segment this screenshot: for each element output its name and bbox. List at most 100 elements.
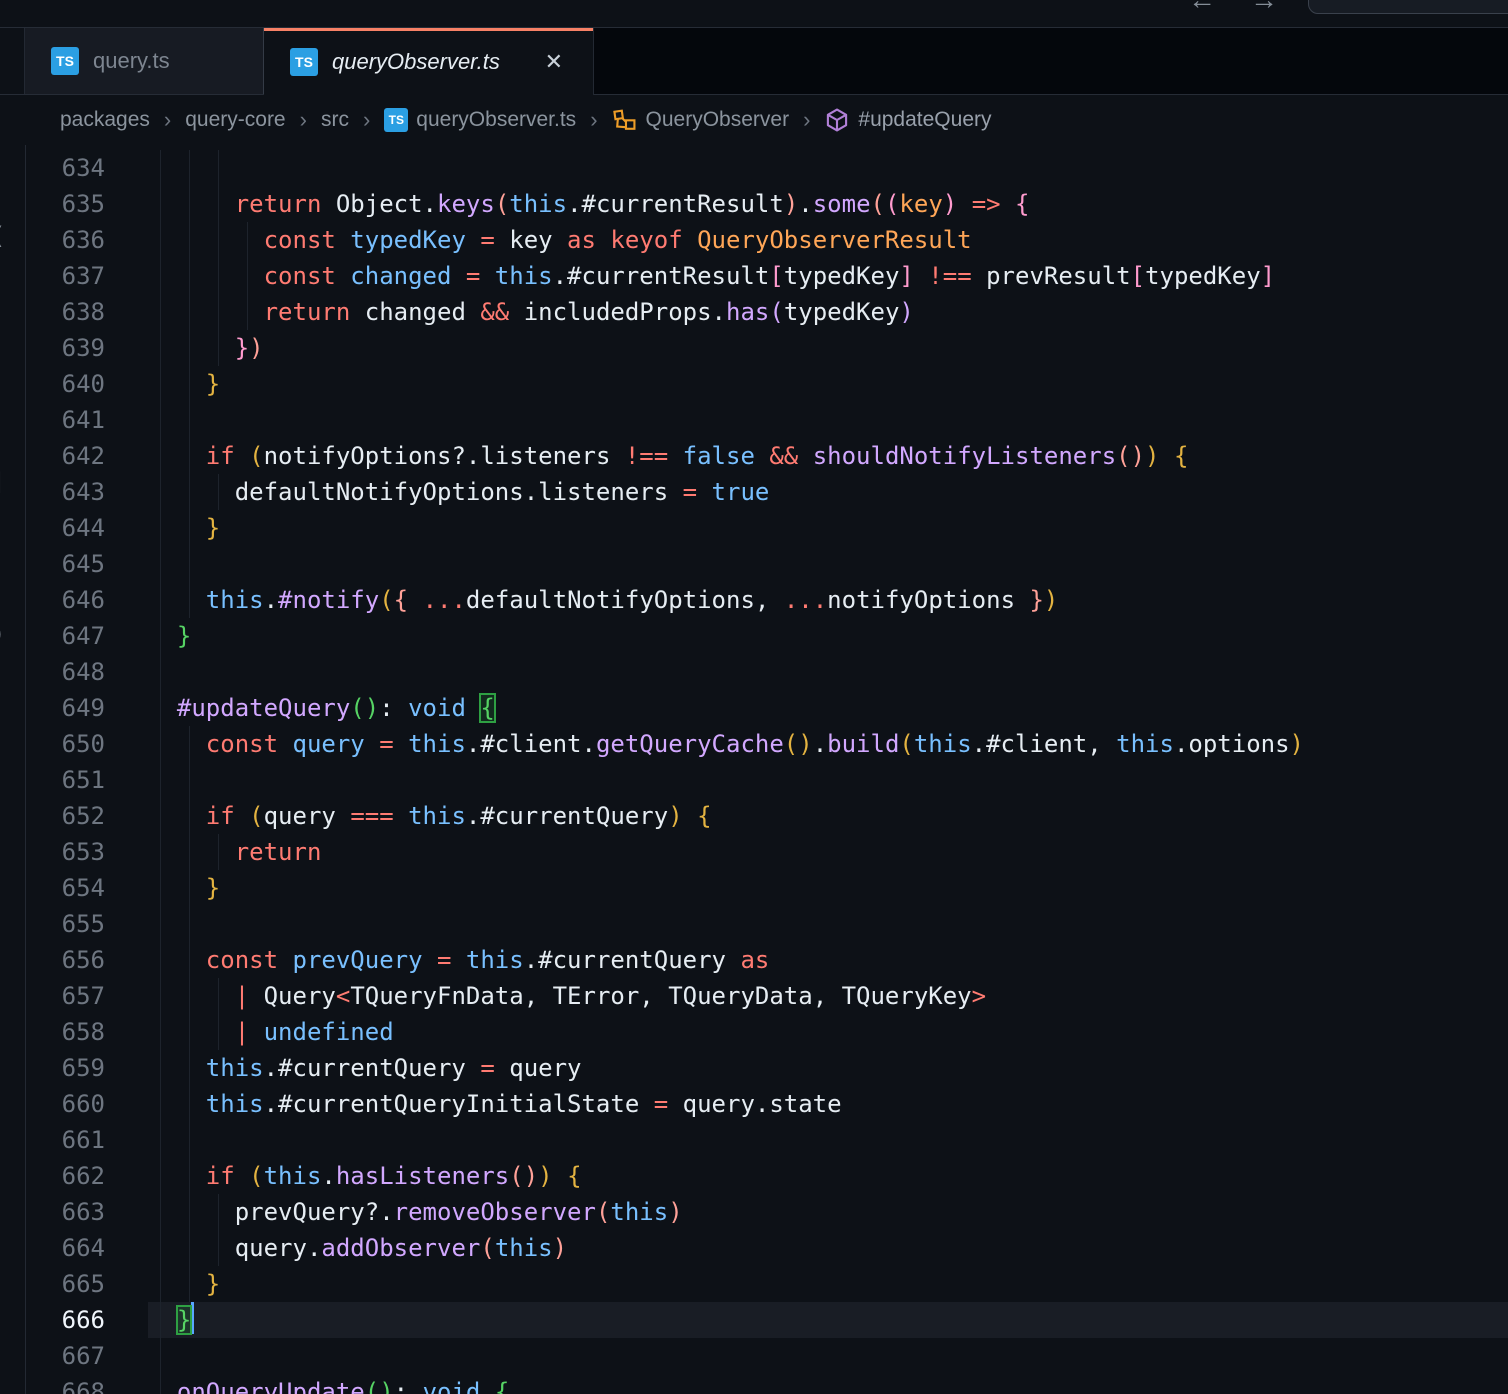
code-line[interactable]: 655 — [26, 906, 1508, 942]
code-line-content[interactable]: const prevQuery = this.#currentQuery as — [148, 942, 1508, 978]
line-number[interactable]: 656 — [26, 942, 148, 978]
code-line-content[interactable]: #updateQuery(): void { — [148, 690, 1508, 726]
code-line[interactable]: 641 — [26, 402, 1508, 438]
line-number[interactable]: 666 — [26, 1302, 148, 1338]
code-line-content[interactable]: return Object.keys(this.#currentResult).… — [148, 186, 1508, 222]
line-number[interactable]: 657 — [26, 978, 148, 1014]
line-number[interactable]: 668 — [26, 1374, 148, 1394]
close-tab-icon[interactable]: ✕ — [541, 47, 567, 77]
code-line-content[interactable]: query.addObserver(this) — [148, 1230, 1508, 1266]
code-line-content[interactable]: prevQuery?.removeObserver(this) — [148, 1194, 1508, 1230]
code-line-content[interactable]: if (this.hasListeners()) { — [148, 1158, 1508, 1194]
line-number[interactable]: 658 — [26, 1014, 148, 1050]
code-line[interactable]: 657 | Query<TQueryFnData, TError, TQuery… — [26, 978, 1508, 1014]
code-area[interactable]: 634635 return Object.keys(this.#currentR… — [26, 145, 1508, 1394]
breadcrumb-item-class[interactable]: QueryObserver — [612, 107, 790, 133]
line-number[interactable]: 655 — [26, 906, 148, 942]
code-line[interactable]: 642 if (notifyOptions?.listeners !== fal… — [26, 438, 1508, 474]
code-line[interactable]: 643 defaultNotifyOptions.listeners = tru… — [26, 474, 1508, 510]
nav-forward-icon[interactable]: → — [1250, 0, 1278, 16]
line-number[interactable]: 646 — [26, 582, 148, 618]
code-line-content[interactable]: } — [148, 618, 1508, 654]
code-line[interactable]: 662 if (this.hasListeners()) { — [26, 1158, 1508, 1194]
line-number[interactable]: 654 — [26, 870, 148, 906]
breadcrumb-item-src[interactable]: src — [321, 108, 349, 132]
code-line-content[interactable]: this.#currentQueryInitialState = query.s… — [148, 1086, 1508, 1122]
code-line-content[interactable]: return — [148, 834, 1508, 870]
line-number[interactable]: 651 — [26, 762, 148, 798]
code-line[interactable]: 666 } — [26, 1302, 1508, 1338]
breadcrumb-item-packages[interactable]: packages — [60, 108, 150, 132]
code-line[interactable]: 635 return Object.keys(this.#currentResu… — [26, 186, 1508, 222]
code-line-content[interactable]: }) — [148, 330, 1508, 366]
code-line-content[interactable]: this.#notify({ ...defaultNotifyOptions, … — [148, 582, 1508, 618]
code-line[interactable]: 659 this.#currentQuery = query — [26, 1050, 1508, 1086]
code-line[interactable]: 644 } — [26, 510, 1508, 546]
code-line-content[interactable] — [148, 546, 1508, 582]
nav-back-icon[interactable]: ← — [1188, 0, 1216, 16]
code-line-content[interactable]: const typedKey = key as keyof QueryObser… — [148, 222, 1508, 258]
line-number[interactable]: 638 — [26, 294, 148, 330]
code-line-content[interactable]: } — [148, 870, 1508, 906]
line-number[interactable]: 665 — [26, 1266, 148, 1302]
code-line[interactable]: 648 — [26, 654, 1508, 690]
line-number[interactable]: 637 — [26, 258, 148, 294]
code-line[interactable]: 658 | undefined — [26, 1014, 1508, 1050]
line-number[interactable]: 639 — [26, 330, 148, 366]
code-line[interactable]: 649 #updateQuery(): void { — [26, 690, 1508, 726]
code-line-content[interactable] — [148, 762, 1508, 798]
code-line-content[interactable]: | undefined — [148, 1014, 1508, 1050]
code-line[interactable]: 664 query.addObserver(this) — [26, 1230, 1508, 1266]
code-line-content[interactable] — [148, 1122, 1508, 1158]
code-line-content[interactable]: } — [148, 1266, 1508, 1302]
command-center-search[interactable] — [1308, 0, 1508, 14]
line-number[interactable]: 635 — [26, 186, 148, 222]
code-line-content[interactable]: | Query<TQueryFnData, TError, TQueryData… — [148, 978, 1508, 1014]
tab-query-ts[interactable]: TS query.ts — [25, 28, 264, 94]
code-line[interactable]: 647 } — [26, 618, 1508, 654]
code-line-content[interactable] — [148, 1338, 1508, 1374]
code-line[interactable]: 640 } — [26, 366, 1508, 402]
line-number[interactable]: 634 — [26, 150, 148, 186]
code-line[interactable]: 638 return changed && includedProps.has(… — [26, 294, 1508, 330]
code-line-content[interactable]: onQueryUpdate(): void { — [148, 1374, 1508, 1394]
line-number[interactable]: 662 — [26, 1158, 148, 1194]
code-line[interactable]: 636 const typedKey = key as keyof QueryO… — [26, 222, 1508, 258]
line-number[interactable]: 645 — [26, 546, 148, 582]
code-line[interactable]: 646 this.#notify({ ...defaultNotifyOptio… — [26, 582, 1508, 618]
code-line[interactable]: 660 this.#currentQueryInitialState = que… — [26, 1086, 1508, 1122]
code-line[interactable]: 665 } — [26, 1266, 1508, 1302]
code-line[interactable]: 653 return — [26, 834, 1508, 870]
line-number[interactable]: 649 — [26, 690, 148, 726]
code-line-content[interactable] — [148, 654, 1508, 690]
line-number[interactable]: 660 — [26, 1086, 148, 1122]
code-line[interactable]: 650 const query = this.#client.getQueryC… — [26, 726, 1508, 762]
code-line-content[interactable]: if (notifyOptions?.listeners !== false &… — [148, 438, 1508, 474]
code-line[interactable]: 668 onQueryUpdate(): void { — [26, 1374, 1508, 1394]
code-line[interactable]: 663 prevQuery?.removeObserver(this) — [26, 1194, 1508, 1230]
code-line-content[interactable]: this.#currentQuery = query — [148, 1050, 1508, 1086]
code-line[interactable]: 645 — [26, 546, 1508, 582]
code-line[interactable]: 661 — [26, 1122, 1508, 1158]
line-number[interactable]: 641 — [26, 402, 148, 438]
code-line-content[interactable]: } — [148, 366, 1508, 402]
line-number[interactable]: 653 — [26, 834, 148, 870]
code-line[interactable]: 667 — [26, 1338, 1508, 1374]
code-line-content[interactable]: } — [148, 510, 1508, 546]
line-number[interactable]: 664 — [26, 1230, 148, 1266]
code-line[interactable]: 652 if (query === this.#currentQuery) { — [26, 798, 1508, 834]
code-line-content[interactable]: const query = this.#client.getQueryCache… — [148, 726, 1508, 762]
line-number[interactable]: 650 — [26, 726, 148, 762]
code-line[interactable]: 656 const prevQuery = this.#currentQuery… — [26, 942, 1508, 978]
code-line-content[interactable]: return changed && includedProps.has(type… — [148, 294, 1508, 330]
tab-query-observer-ts[interactable]: TS queryObserver.ts ✕ — [264, 28, 594, 95]
code-line[interactable]: 637 const changed = this.#currentResult[… — [26, 258, 1508, 294]
line-number[interactable]: 636 — [26, 222, 148, 258]
code-line[interactable]: 654 } — [26, 870, 1508, 906]
code-line-content[interactable] — [148, 402, 1508, 438]
line-number[interactable]: 644 — [26, 510, 148, 546]
code-line-content[interactable] — [148, 906, 1508, 942]
breadcrumb-item-query-core[interactable]: query-core — [185, 108, 285, 132]
line-number[interactable]: 663 — [26, 1194, 148, 1230]
line-number[interactable]: 652 — [26, 798, 148, 834]
